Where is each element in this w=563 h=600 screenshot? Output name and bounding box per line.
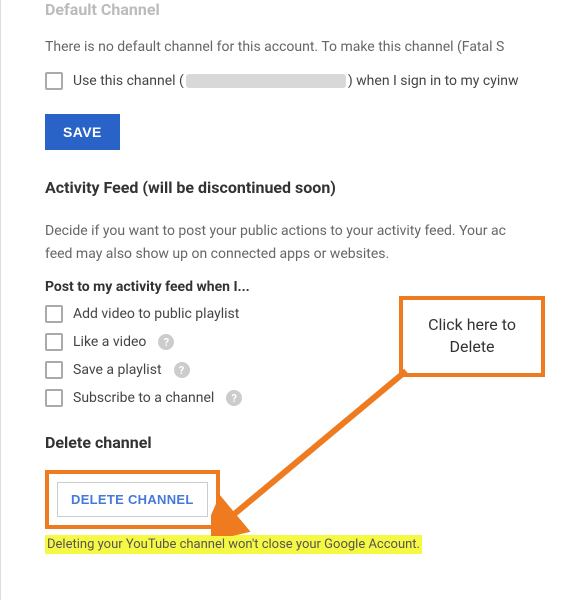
activity-feed-desc: Decide if you want to post your public a… bbox=[45, 221, 563, 242]
option-label: Add video to public playlist bbox=[73, 306, 239, 322]
option-label: Subscribe to a channel bbox=[73, 390, 214, 406]
checkbox-like-video[interactable] bbox=[45, 333, 63, 351]
help-icon[interactable]: ? bbox=[174, 362, 190, 378]
checkbox-subscribe[interactable] bbox=[45, 389, 63, 407]
activity-feed-desc2: feed may also show up on connected apps … bbox=[45, 244, 563, 265]
blurred-text bbox=[186, 74, 346, 88]
save-button[interactable]: SAVE bbox=[45, 114, 120, 150]
help-icon[interactable]: ? bbox=[158, 334, 174, 350]
checkbox-save-playlist[interactable] bbox=[45, 361, 63, 379]
annotation-callout: Click here to Delete bbox=[399, 296, 545, 377]
checkbox-add-video[interactable] bbox=[45, 305, 63, 323]
activity-feed-sublabel: Post to my activity feed when I... bbox=[45, 279, 563, 295]
activity-feed-title: Activity Feed (will be discontinued soon… bbox=[45, 178, 563, 197]
use-channel-label: Use this channel () when I sign in to my… bbox=[73, 73, 519, 89]
use-channel-row[interactable]: Use this channel () when I sign in to my… bbox=[45, 72, 563, 90]
delete-button-highlight: DELETE CHANNEL bbox=[45, 470, 220, 529]
option-subscribe[interactable]: Subscribe to a channel ? bbox=[45, 389, 563, 407]
delete-channel-button[interactable]: DELETE CHANNEL bbox=[57, 482, 208, 517]
option-label: Save a playlist bbox=[73, 362, 162, 378]
help-icon[interactable]: ? bbox=[226, 390, 242, 406]
delete-warning: Deleting your YouTube channel won't clos… bbox=[45, 535, 422, 554]
default-channel-desc: There is no default channel for this acc… bbox=[45, 37, 563, 58]
callout-line1: Click here to bbox=[411, 314, 533, 336]
option-label: Like a video bbox=[73, 334, 146, 350]
callout-line2: Delete bbox=[411, 336, 533, 358]
use-channel-checkbox[interactable] bbox=[45, 72, 63, 90]
delete-channel-title: Delete channel bbox=[45, 433, 563, 452]
default-channel-title: Default Channel bbox=[45, 0, 563, 19]
